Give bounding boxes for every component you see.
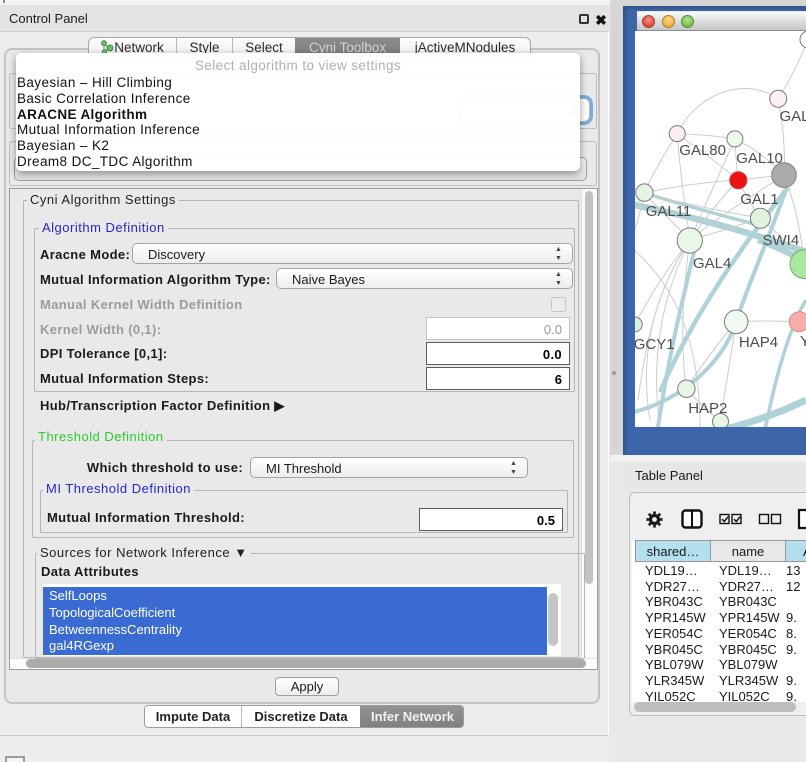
svg-text:GAL11: GAL11 <box>646 203 692 220</box>
svg-text:SWI4: SWI4 <box>763 232 800 249</box>
svg-text:GAL4: GAL4 <box>693 255 731 272</box>
svg-text:GAL1: GAL1 <box>740 191 778 208</box>
svg-text:HAP4: HAP4 <box>739 334 778 351</box>
svg-text:HAP2: HAP2 <box>688 400 727 417</box>
svg-text:Y: Y <box>800 333 806 350</box>
svg-text:GAL10: GAL10 <box>736 150 783 167</box>
svg-text:GCY1: GCY1 <box>635 336 675 353</box>
svg-text:GAL80: GAL80 <box>679 142 726 159</box>
svg-text:GAL8: GAL8 <box>780 108 806 125</box>
